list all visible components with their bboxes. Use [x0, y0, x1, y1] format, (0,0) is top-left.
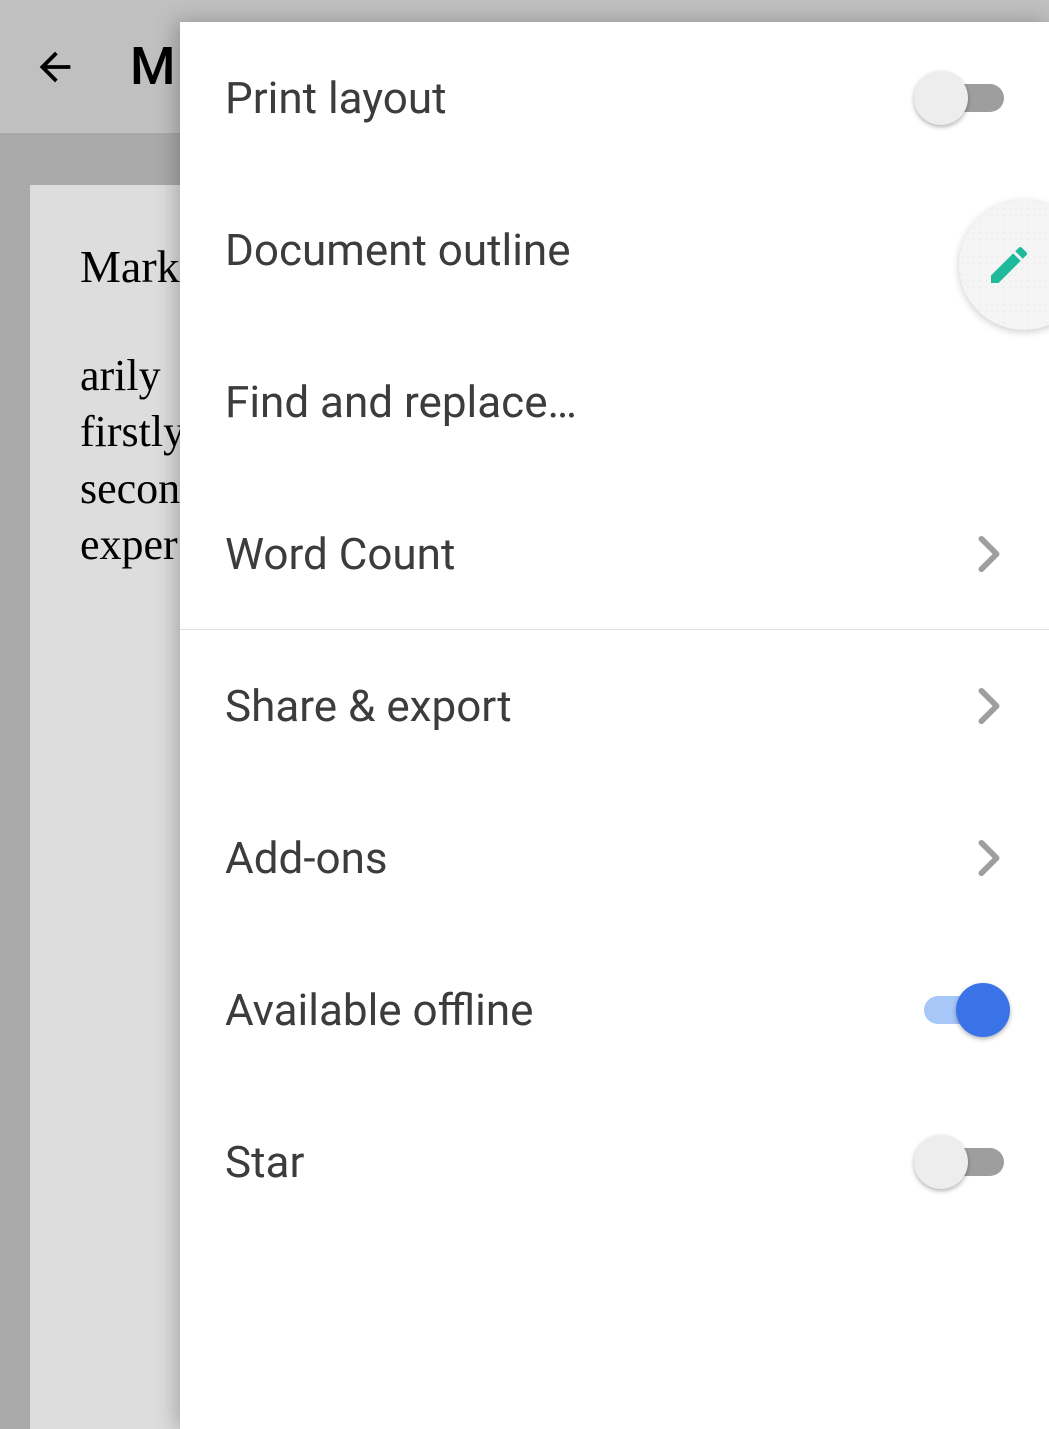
- menu-item-star[interactable]: Star: [180, 1086, 1049, 1238]
- toggle-thumb: [914, 1135, 968, 1189]
- menu-item-label: Document outline: [225, 224, 1004, 276]
- menu-item-available-offline[interactable]: Available offline: [180, 934, 1049, 1086]
- menu-item-label: Print layout: [225, 72, 914, 124]
- menu-item-find-replace[interactable]: Find and replace…: [180, 326, 1049, 478]
- menu-item-document-outline[interactable]: Document outline: [180, 174, 1049, 326]
- menu-item-label: Star: [225, 1136, 914, 1188]
- print-layout-toggle[interactable]: [914, 71, 1004, 125]
- overflow-menu: Print layout Document outline Find and r…: [180, 22, 1049, 1429]
- edit-icon: [985, 241, 1033, 289]
- menu-item-label: Word Count: [225, 528, 974, 580]
- chevron-right-icon: [974, 539, 1004, 569]
- menu-item-word-count[interactable]: Word Count: [180, 478, 1049, 630]
- toggle-thumb: [914, 71, 968, 125]
- menu-item-label: Share & export: [225, 680, 974, 732]
- available-offline-toggle[interactable]: [914, 983, 1004, 1037]
- menu-item-print-layout[interactable]: Print layout: [180, 22, 1049, 174]
- menu-item-label: Find and replace…: [225, 376, 1004, 428]
- app-title: M: [130, 36, 175, 97]
- star-toggle[interactable]: [914, 1135, 1004, 1189]
- chevron-right-icon: [974, 691, 1004, 721]
- back-button[interactable]: [30, 42, 80, 92]
- menu-item-label: Add-ons: [225, 832, 974, 884]
- menu-item-label: Available offline: [225, 984, 914, 1036]
- toggle-thumb: [956, 983, 1010, 1037]
- menu-item-share-export[interactable]: Share & export: [180, 630, 1049, 782]
- chevron-right-icon: [974, 843, 1004, 873]
- arrow-left-icon: [32, 44, 78, 90]
- menu-item-add-ons[interactable]: Add-ons: [180, 782, 1049, 934]
